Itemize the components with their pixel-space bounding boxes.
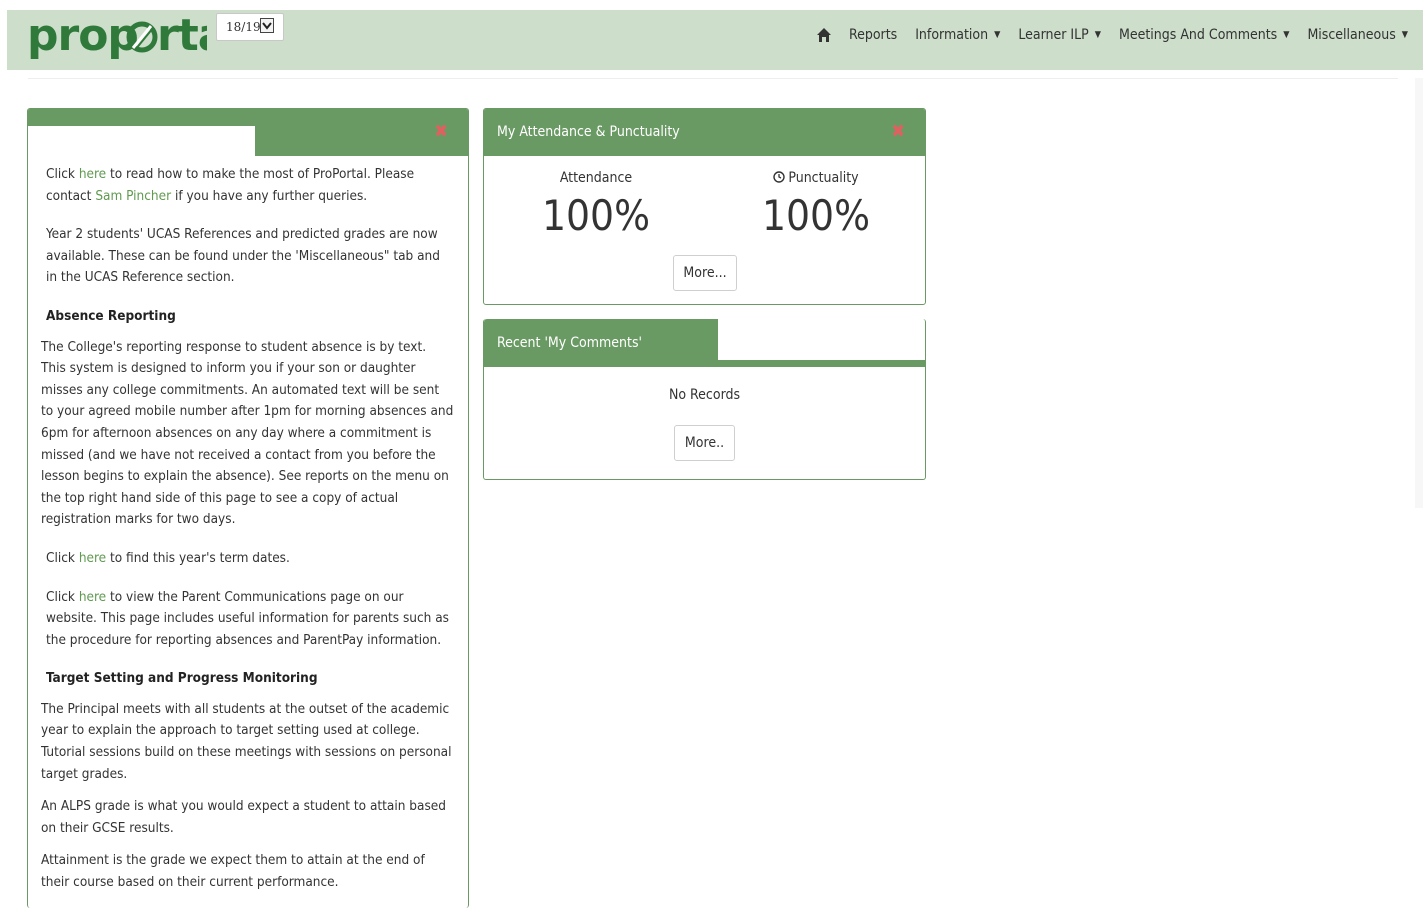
parent-comms-link[interactable]: here — [79, 589, 106, 605]
absence-heading: Absence Reporting — [46, 307, 176, 324]
punctuality-label: Punctuality — [788, 170, 859, 186]
nav-meetings-comments[interactable]: Meetings And Comments ▼ — [1110, 27, 1298, 43]
nav-miscellaneous[interactable]: Miscellaneous ▼ — [1298, 27, 1417, 43]
absence-paragraph: The College's reporting response to stud… — [41, 338, 454, 528]
intro-text-1: Click — [46, 166, 79, 182]
parent-comms-paragraph: Click here to view the Parent Communicat… — [41, 587, 454, 652]
attendance-stats: Attendance 100% Punctuality 100% More... — [484, 156, 925, 296]
logo-text-rtal: rtal — [157, 10, 207, 61]
nav-information[interactable]: Information ▼ — [906, 27, 1009, 43]
parent-text-2: to view the Parent Communications page o… — [46, 588, 450, 648]
nav-miscellaneous-label: Miscellaneous — [1307, 27, 1396, 43]
nav-learner-ilp[interactable]: Learner ILP ▼ — [1009, 27, 1110, 43]
comments-panel-header-bar — [484, 360, 925, 367]
caret-down-icon: ▼ — [1094, 30, 1101, 40]
info-panel: ✖ Click here to read how to make the mos… — [27, 108, 469, 908]
chevron-down-icon[interactable] — [260, 18, 274, 33]
clock-icon — [773, 171, 786, 183]
comments-more-button[interactable]: More.. — [674, 425, 735, 461]
caret-down-icon: ▼ — [994, 30, 1001, 40]
no-records-text: No Records — [668, 387, 741, 403]
target-heading: Target Setting and Progress Monitoring — [46, 670, 318, 687]
close-icon[interactable]: ✖ — [434, 122, 448, 142]
nav-reports-label: Reports — [848, 27, 898, 43]
intro-paragraph: Click here to read how to make the most … — [41, 164, 454, 207]
comments-panel: Recent 'My Comments' No Records More.. — [483, 319, 926, 480]
term-dates-link[interactable]: here — [79, 550, 106, 566]
alps-paragraph: An ALPS grade is what you would expect a… — [41, 798, 446, 836]
proportal-logo[interactable]: prop rtal — [27, 10, 242, 68]
proportal-logo-mark: prop rtal — [27, 10, 242, 61]
attainment-paragraph: Attainment is the grade we expect them t… — [41, 852, 425, 891]
attendance-more-button[interactable]: More... — [673, 255, 737, 291]
contact-link[interactable]: Sam Pincher — [95, 188, 171, 204]
home-icon[interactable] — [816, 27, 840, 43]
comments-panel-title: Recent 'My Comments' — [497, 335, 642, 351]
nav-reports[interactable]: Reports — [840, 27, 906, 43]
caret-down-icon: ▼ — [1283, 30, 1290, 40]
punctuality-value: 100% — [761, 191, 870, 240]
nav-information-label: Information — [915, 27, 989, 43]
divider — [28, 78, 1398, 79]
attendance-panel-title: My Attendance & Punctuality — [497, 124, 680, 140]
intro-text-3: if you have any further queries. — [171, 187, 368, 204]
main-nav: Reports Information ▼ Learner ILP ▼ Meetin… — [816, 10, 1417, 60]
ucas-paragraph: Year 2 students' UCAS References and pre… — [46, 226, 440, 286]
attendance-panel: My Attendance & Punctuality ✖ Attendance… — [483, 108, 926, 305]
term-text-2: to find this year's term dates. — [106, 549, 290, 566]
page-scrollbar[interactable] — [1415, 78, 1423, 508]
top-navbar: prop rtal 18/19 Reports Information ▼ Lea… — [7, 10, 1423, 70]
info-panel-header-tab — [28, 126, 255, 156]
attendance-value: 100% — [541, 191, 650, 240]
nav-learner-ilp-label: Learner ILP — [1018, 27, 1089, 43]
academic-year-select[interactable]: 18/19 — [216, 13, 284, 41]
info-panel-body: Click here to read how to make the most … — [28, 156, 468, 894]
comments-panel-header: Recent 'My Comments' — [484, 319, 718, 361]
caret-down-icon: ▼ — [1401, 30, 1408, 40]
logo-text-pro: prop — [27, 10, 138, 61]
academic-year-value: 18/19 — [226, 20, 261, 34]
attendance-panel-header: My Attendance & Punctuality ✖ — [484, 109, 925, 156]
nav-meetings-comments-label: Meetings And Comments — [1118, 27, 1278, 43]
parent-text-1: Click — [46, 588, 79, 605]
punctuality-label-row: Punctuality — [716, 170, 916, 186]
target-paragraph: The Principal meets with all students at… — [41, 700, 452, 782]
term-text-1: Click — [46, 549, 79, 566]
close-icon[interactable]: ✖ — [891, 122, 905, 142]
punctuality-stat: Punctuality 100% — [716, 170, 916, 240]
attendance-label: Attendance — [559, 170, 633, 186]
info-panel-header: ✖ — [28, 109, 468, 156]
term-dates-paragraph: Click here to find this year's term date… — [41, 548, 454, 570]
guide-link[interactable]: here — [79, 166, 106, 182]
attendance-stat: Attendance 100% — [496, 170, 696, 240]
